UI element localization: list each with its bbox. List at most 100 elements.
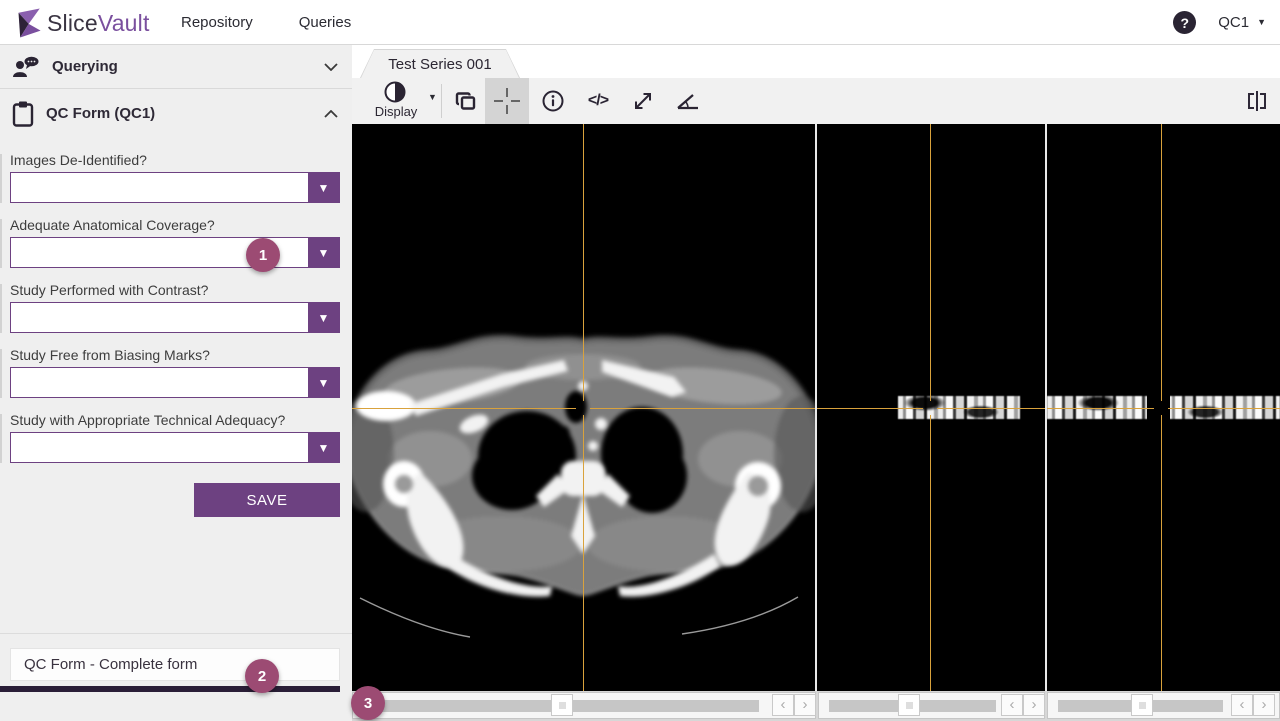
crosshair-horizontal — [1047, 408, 1154, 409]
select-dropdown-button[interactable]: ▼ — [308, 368, 339, 397]
annotation-badge-1[interactable]: 1 — [246, 238, 280, 272]
crosshair-tool-button[interactable] — [485, 78, 529, 124]
crosshair-horizontal — [352, 408, 576, 409]
field-tick — [0, 219, 2, 268]
select-value — [11, 173, 308, 202]
display-menu-button[interactable]: ▼ Display — [370, 80, 437, 122]
form-field-biasing-marks: Study Free from Biasing Marks? ▼ — [0, 347, 340, 398]
split-view-button[interactable] — [1235, 78, 1279, 124]
scrollbar-thumb[interactable] — [898, 694, 920, 716]
annotation-badge-2[interactable]: 2 — [245, 659, 279, 693]
dropdown-triangle-icon: ▼ — [317, 180, 330, 195]
header-right: ? QC1 ▼ — [1173, 0, 1266, 45]
crosshair-vertical — [583, 124, 584, 401]
field-label: Images De-Identified? — [10, 152, 147, 168]
biasing-marks-select[interactable]: ▼ — [10, 367, 340, 398]
user-label: QC1 — [1218, 14, 1250, 31]
info-button[interactable] — [531, 78, 575, 124]
slice-scrollbar-bar: ‹ › ‹ › ‹ › — [352, 691, 1280, 721]
select-dropdown-button[interactable]: ▼ — [308, 303, 339, 332]
dropdown-triangle-icon: ▼ — [317, 310, 330, 325]
chevron-left-icon[interactable]: ‹ — [1231, 694, 1253, 716]
contrast-icon — [384, 81, 406, 103]
image-viewer — [352, 124, 1280, 691]
crosshair-horizontal — [937, 408, 1045, 409]
select-dropdown-button[interactable]: ▼ — [308, 433, 339, 462]
chevron-down-icon — [324, 62, 338, 71]
save-button[interactable]: SAVE — [194, 483, 340, 517]
app-header: SliceVault Repository Queries ? QC1 ▼ — [0, 0, 1280, 45]
nav-queries[interactable]: Queries — [299, 14, 352, 31]
crosshair-vertical — [1161, 415, 1162, 691]
dropdown-triangle-icon: ▼ — [317, 245, 330, 260]
help-icon[interactable]: ? — [1173, 11, 1197, 34]
code-view-button[interactable]: </> — [576, 78, 620, 124]
nav-repository[interactable]: Repository — [181, 14, 253, 31]
slicevault-logo-icon — [18, 8, 41, 38]
coronal-slice-scrollbar: ‹ › — [818, 692, 1045, 719]
chevron-down-icon: ▼ — [1257, 17, 1266, 27]
chevron-right-icon[interactable]: › — [1253, 694, 1275, 716]
main-area: Test Series 001 ▼ Display </> ‹ › ‹ › ‹ … — [352, 45, 1280, 721]
dropdown-triangle-icon: ▼ — [317, 375, 330, 390]
scrollbar-thumb[interactable] — [551, 694, 573, 716]
crosshair-vertical — [583, 415, 584, 691]
sidebar-progress-bar — [0, 686, 340, 692]
angle-measure-button[interactable] — [666, 78, 710, 124]
sidebar-footer-divider — [0, 633, 352, 634]
contrast-select[interactable]: ▼ — [10, 302, 340, 333]
sidebar-section-querying[interactable]: Querying — [0, 45, 352, 89]
field-tick — [0, 284, 2, 333]
select-dropdown-button[interactable]: ▼ — [308, 173, 339, 202]
qc-form-notification: QC Form - Complete form — [10, 648, 340, 681]
sagittal-slice-scrollbar: ‹ › — [1047, 692, 1280, 719]
copy-layout-button[interactable] — [444, 78, 488, 124]
select-value — [11, 368, 308, 397]
brand-logo[interactable]: SliceVault — [10, 5, 150, 41]
chevron-left-icon[interactable]: ‹ — [1001, 694, 1023, 716]
fullscreen-button[interactable] — [621, 78, 665, 124]
field-label: Study Performed with Contrast? — [10, 282, 209, 298]
chevron-right-icon[interactable]: › — [794, 694, 816, 716]
tab-test-series[interactable]: Test Series 001 — [360, 49, 520, 78]
user-menu[interactable]: QC1 ▼ — [1218, 14, 1266, 31]
querying-user-chat-icon — [12, 56, 40, 78]
sidebar-section-label: QC Form (QC1) — [46, 105, 156, 122]
field-tick — [0, 414, 2, 463]
clipboard-icon — [12, 101, 34, 127]
crosshair-horizontal — [817, 408, 923, 409]
tab-label: Test Series 001 — [388, 55, 492, 73]
form-field-technical-adequacy: Study with Appropriate Technical Adequac… — [0, 412, 340, 463]
select-dropdown-button[interactable]: ▼ — [308, 238, 339, 267]
split-view-icon — [1248, 91, 1266, 111]
technical-adequacy-select[interactable]: ▼ — [10, 432, 340, 463]
sidebar-section-qcform[interactable]: QC Form (QC1) — [0, 90, 352, 137]
display-label: Display — [374, 104, 418, 119]
chevron-down-icon: ▼ — [428, 92, 437, 102]
chevron-left-icon[interactable]: ‹ — [772, 694, 794, 716]
brand-part1: Slice — [47, 9, 98, 36]
form-field-images-deidentified: Images De-Identified? ▼ — [0, 152, 340, 203]
select-value — [11, 433, 308, 462]
scrollbar-thumb[interactable] — [1131, 694, 1153, 716]
anatomical-coverage-select[interactable]: ▼ — [10, 237, 340, 268]
crosshair-vertical — [930, 415, 931, 691]
viewport-sagittal[interactable] — [1047, 124, 1280, 691]
annotation-badge-3[interactable]: 3 — [351, 686, 385, 720]
select-value — [11, 303, 308, 332]
form-field-anatomical-coverage: Adequate Anatomical Coverage? ▼ — [0, 217, 340, 268]
field-tick — [0, 349, 2, 398]
chevron-right-icon[interactable]: › — [1023, 694, 1045, 716]
viewport-coronal[interactable] — [817, 124, 1045, 691]
form-field-contrast: Study Performed with Contrast? ▼ — [0, 282, 340, 333]
series-tabbar: Test Series 001 — [352, 45, 1280, 78]
viewer-toolbar: ▼ Display </> — [352, 78, 1280, 124]
images-deidentified-select[interactable]: ▼ — [10, 172, 340, 203]
crosshair-icon — [494, 88, 520, 114]
field-label: Study with Appropriate Technical Adequac… — [10, 412, 286, 428]
viewport-axial[interactable] — [352, 124, 815, 691]
field-label: Study Free from Biasing Marks? — [10, 347, 210, 363]
crosshair-horizontal — [590, 408, 815, 409]
axial-slice-scrollbar: ‹ › — [352, 692, 816, 719]
field-label: Adequate Anatomical Coverage? — [10, 217, 215, 233]
